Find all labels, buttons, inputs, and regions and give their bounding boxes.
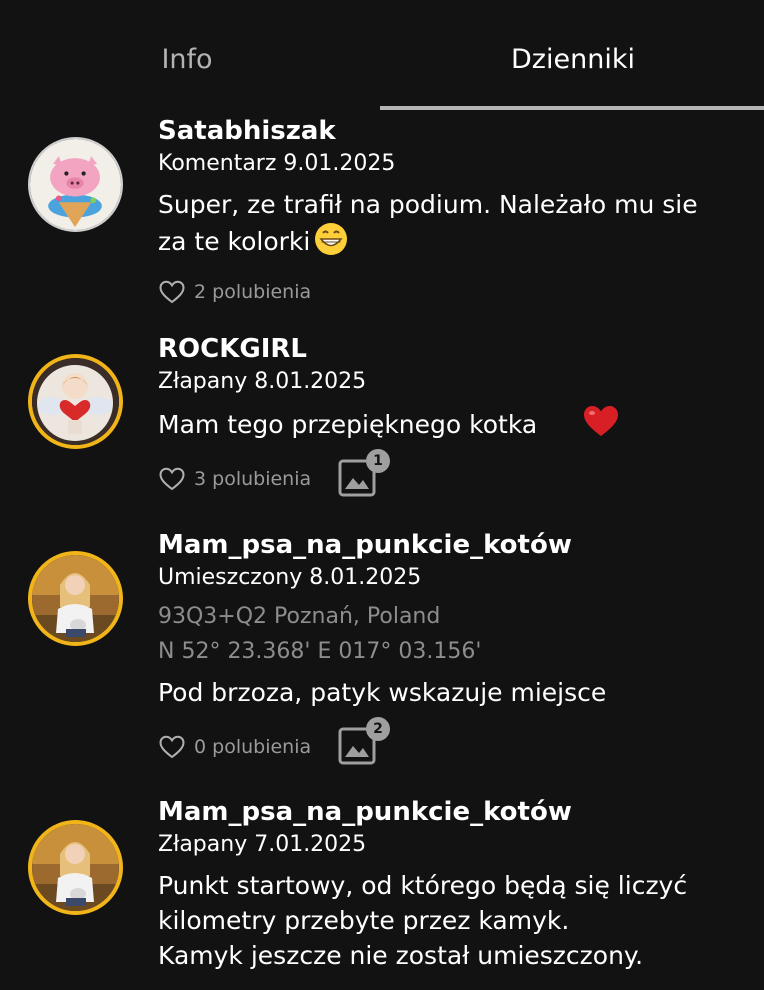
username[interactable]: Mam_psa_na_punkcie_kotów xyxy=(158,528,754,562)
avatar[interactable] xyxy=(28,551,123,646)
photos-button[interactable]: 1 xyxy=(338,449,390,499)
like-count: 3 polubienia xyxy=(194,468,312,490)
like-count: 0 polubienia xyxy=(194,736,312,758)
grinning-face-icon xyxy=(315,223,348,255)
heart-outline-icon xyxy=(159,467,185,491)
log-text: Punkt startowy, od którego będą się licz… xyxy=(158,868,754,973)
tab-info[interactable]: Info xyxy=(60,40,314,80)
like-button[interactable]: 3 polubienia xyxy=(158,459,311,499)
avatar[interactable] xyxy=(28,820,123,915)
log-text: Mam tego przepięknego kotka xyxy=(158,405,754,442)
log-text-line-with-emoji: za te kolorki xyxy=(158,222,754,259)
log-text: Pod brzoza, patyk wskazuje miejsce xyxy=(158,675,754,710)
active-tab-indicator xyxy=(380,106,764,110)
heart-outline-icon xyxy=(159,735,185,759)
log-text-line: Punkt startowy, od którego będą się licz… xyxy=(158,871,688,900)
user-photo-avatar xyxy=(32,555,119,642)
username[interactable]: Mam_psa_na_punkcie_kotów xyxy=(158,795,754,829)
log-text-line: Super, ze trafił na podium. Należało mu … xyxy=(158,190,698,219)
log-type-date: Umieszczony 8.01.2025 xyxy=(158,565,422,590)
user-photo-avatar xyxy=(32,824,119,911)
log-text-line: Kamyk jeszcze nie został umieszczony. xyxy=(158,941,644,970)
avatar[interactable] xyxy=(28,137,123,232)
photo-count-badge: 2 xyxy=(366,717,390,741)
location-coordinates[interactable]: N 52° 23.368' E 017° 03.156' xyxy=(158,636,754,668)
log-type-date: Komentarz 9.01.2025 xyxy=(158,151,396,176)
location-address[interactable]: 93Q3+Q2 Poznań, Poland xyxy=(158,601,754,633)
tab-bar: Info Dzienniki xyxy=(0,0,764,112)
username[interactable]: ROCKGIRL xyxy=(158,332,754,366)
log-text-line-with-emoji: Mam tego przepięknego kotka xyxy=(158,405,754,442)
painted-stone-angel-image xyxy=(32,358,119,445)
username[interactable]: Satabhiszak xyxy=(158,114,754,148)
red-heart-icon xyxy=(584,406,619,436)
tab-logs[interactable]: Dzienniki xyxy=(382,40,764,80)
log-text-line: Mam tego przepięknego kotka xyxy=(158,410,538,439)
photo-count-badge: 1 xyxy=(366,449,390,473)
heart-outline-icon xyxy=(159,280,185,304)
like-button[interactable]: 0 polubienia xyxy=(158,727,311,767)
log-text: Super, ze trafił na podium. Należało mu … xyxy=(158,187,754,259)
log-type-date: Złapany 8.01.2025 xyxy=(158,369,367,394)
log-text-line: kilometry przebyte przez kamyk. xyxy=(158,906,570,935)
log-type-date: Złapany 7.01.2025 xyxy=(158,832,367,857)
avatar[interactable] xyxy=(28,354,123,449)
log-text-line: za te kolorki xyxy=(158,227,311,256)
like-button[interactable]: 2 polubienia xyxy=(158,272,311,312)
painted-stone-pig-image xyxy=(30,139,121,230)
log-text-line: Pod brzoza, patyk wskazuje miejsce xyxy=(158,678,607,707)
like-count: 2 polubienia xyxy=(194,281,312,303)
photos-button[interactable]: 2 xyxy=(338,717,390,767)
